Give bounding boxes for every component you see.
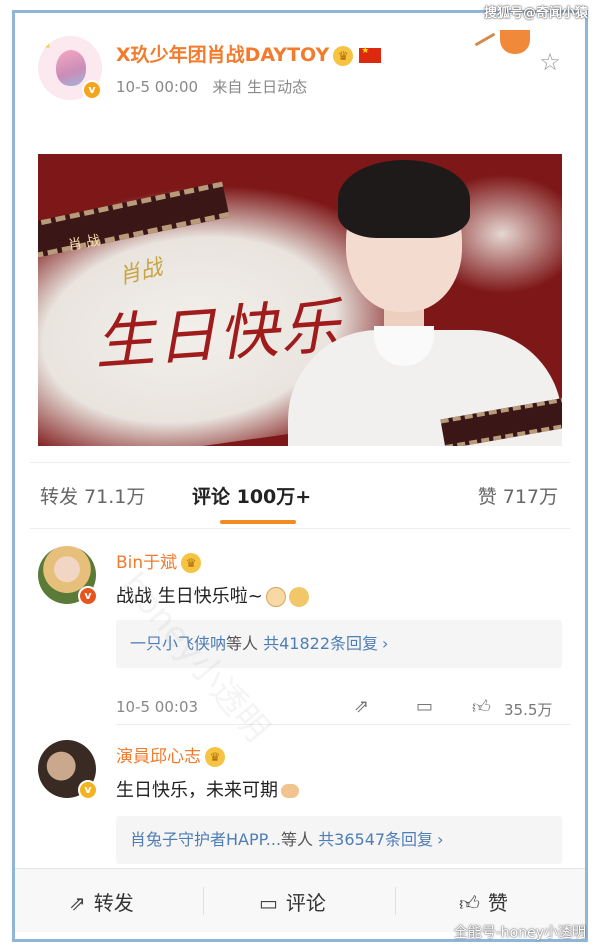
avatar-crown-icon: ♛: [40, 36, 53, 52]
divider: [30, 528, 570, 529]
comment-text-row: 战战 生日快乐啦~: [116, 582, 309, 608]
reply-mid: 等人: [226, 634, 259, 653]
china-flag-icon: [359, 46, 382, 63]
chevron-right-icon: ›: [382, 634, 389, 653]
comment-icon: ▭: [259, 891, 278, 915]
portrait-photo: [288, 154, 562, 446]
divider: [30, 462, 570, 463]
verified-badge-icon: v: [82, 80, 102, 100]
comment-label: 评论: [285, 891, 326, 915]
comment-time: 10-5 00:03: [116, 698, 199, 716]
like-button[interactable]: 👍︎ 赞: [459, 887, 508, 916]
tab-likes[interactable]: 赞 717万: [478, 482, 558, 509]
watermark-top: 搜狐号@奇闻小猿: [483, 6, 588, 21]
comment-text: 生日快乐，未来可期: [116, 780, 278, 801]
like-icon[interactable]: 👍︎: [472, 696, 491, 718]
crown-icon: ♛: [333, 45, 354, 66]
reply-summary[interactable]: 一只小飞侠呐等人 共41822条回复 ›: [116, 620, 562, 668]
reply-user[interactable]: 肖兔子守护者HAPP...: [130, 830, 281, 849]
commenter-name-row[interactable]: 演員邱心志 ♛: [116, 742, 225, 767]
divider: [395, 887, 396, 915]
comment-text: 战战 生日快乐啦~: [116, 586, 263, 607]
comment-item: v 演員邱心志 ♛ 生日快乐，未来可期 肖兔子守护者HAPP...等人 共3654…: [30, 740, 570, 864]
crown-icon: ♛: [181, 553, 202, 573]
doge-emoji-icon: [288, 587, 309, 607]
commenter-name[interactable]: Bin于斌: [116, 553, 177, 573]
reply-mid: 等人: [281, 830, 314, 849]
comment-icon[interactable]: ▭: [416, 696, 433, 717]
comment-footer: 10-5 00:03 ⇗ ▭ 👍︎ 35.5万: [116, 696, 562, 722]
reply-count[interactable]: 共41822条回复: [263, 634, 378, 653]
share-icon[interactable]: ⇗: [354, 696, 369, 717]
verified-badge-icon: v: [78, 780, 98, 800]
author-name[interactable]: X玖少年团肖战DAYTOY: [116, 44, 329, 66]
like-count: 35.5万: [504, 701, 553, 719]
comment-text-row: 生日快乐，未来可期: [116, 776, 299, 802]
share-icon: ⇗: [69, 891, 86, 915]
comment-item: v Bin于斌 ♛ 战战 生日快乐啦~ 一只小飞侠呐等人 共41822条回复 › 1…: [30, 546, 570, 719]
divider: [116, 724, 570, 725]
post-meta: 10-5 00:00 来自 生日动态: [116, 76, 307, 97]
verified-badge-icon: v: [78, 586, 98, 606]
post-source: 来自 生日动态: [212, 78, 308, 96]
crown-icon: ♛: [205, 747, 225, 767]
post-banner-image[interactable]: 肖战 肖战 生日快乐: [38, 154, 562, 446]
reply-user[interactable]: 一只小飞侠呐: [130, 634, 226, 653]
tab-comments[interactable]: 评论 100万+: [192, 482, 311, 509]
repost-label: 转发: [93, 891, 134, 915]
commenter-name[interactable]: 演員邱心志: [116, 747, 201, 767]
cake-emoji-icon: [265, 587, 286, 607]
reply-summary[interactable]: 肖兔子守护者HAPP...等人 共36547条回复 ›: [116, 816, 562, 864]
watermark-bottom: 全能号-honey小透明: [453, 925, 586, 941]
star-outline-icon[interactable]: ☆: [536, 48, 564, 76]
repost-button[interactable]: ⇗ 转发: [69, 887, 134, 916]
commenter-name-row[interactable]: Bin于斌 ♛: [116, 548, 202, 573]
author-name-row[interactable]: X玖少年团肖战DAYTOY ♛: [116, 40, 382, 67]
interaction-tabs: 转发 71.1万 评论 100万+ 赞 717万: [30, 470, 570, 526]
divider: [203, 887, 204, 915]
muscle-emoji-icon: [281, 784, 299, 798]
reply-count[interactable]: 共36547条回复: [318, 830, 433, 849]
decoration-bowl-icon: [470, 28, 530, 64]
chevron-right-icon: ›: [437, 830, 444, 849]
post-time: 10-5 00:00: [116, 78, 199, 96]
like-icon: 👍︎: [459, 891, 480, 915]
tab-repost[interactable]: 转发 71.1万: [40, 482, 145, 509]
active-tab-indicator: [220, 520, 296, 524]
avatar-flower-icon: [56, 50, 86, 86]
comment-button[interactable]: ▭ 评论: [259, 887, 326, 916]
like-label: 赞: [487, 891, 508, 915]
post-header: ♛ v X玖少年团肖战DAYTOY♛ 10-5 00:00 来自 生日动态 ☆: [30, 28, 570, 108]
